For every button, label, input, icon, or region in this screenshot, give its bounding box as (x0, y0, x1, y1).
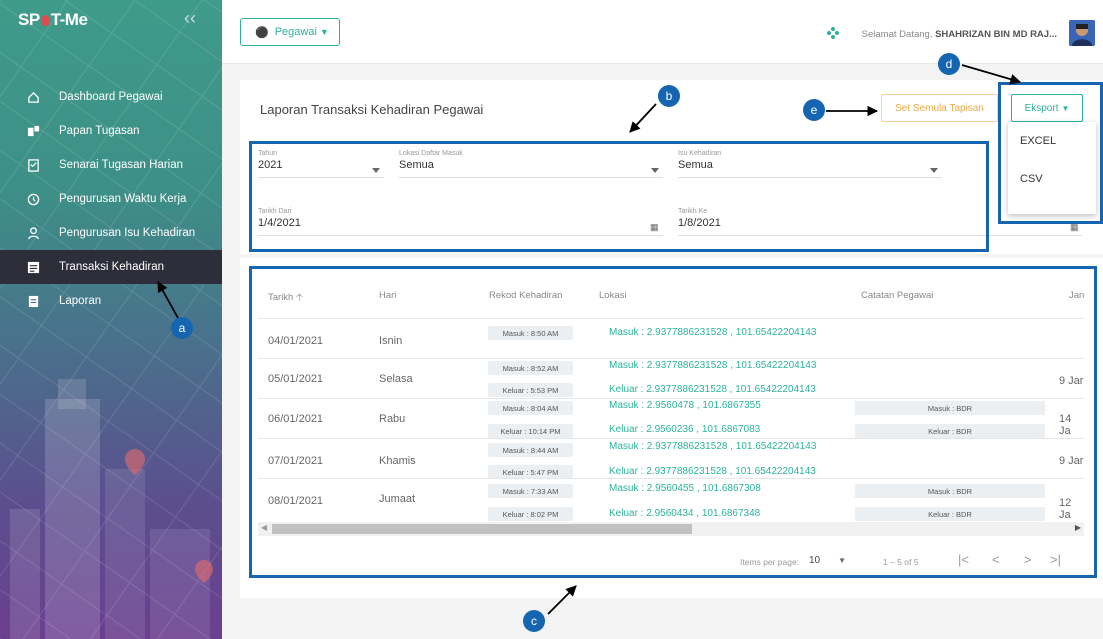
annotation-arrows (157, 64, 1022, 615)
annotation-badge-e: e (803, 99, 825, 121)
annotation-badge-a: a (171, 317, 193, 339)
annotation-badge-d: d (938, 53, 960, 75)
annotation-badge-b: b (658, 85, 680, 107)
annotation-badge-c: c (523, 610, 545, 632)
